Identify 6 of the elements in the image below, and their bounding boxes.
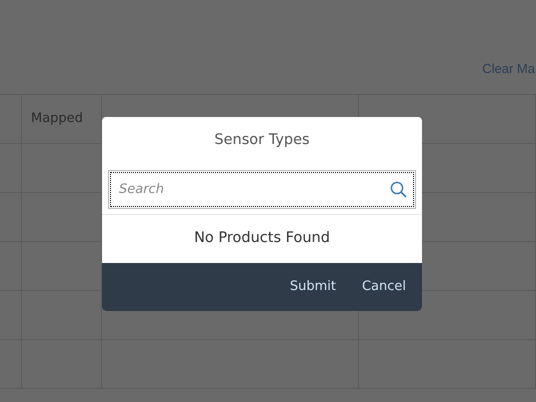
column-header: Mapped [31, 110, 83, 128]
submit-button[interactable]: Submit [280, 273, 346, 301]
cancel-button[interactable]: Cancel [352, 273, 416, 301]
dialog-title: Sensor Types [213, 131, 311, 150]
search-icon[interactable] [390, 181, 407, 198]
search-field[interactable]: Search [108, 170, 416, 209]
